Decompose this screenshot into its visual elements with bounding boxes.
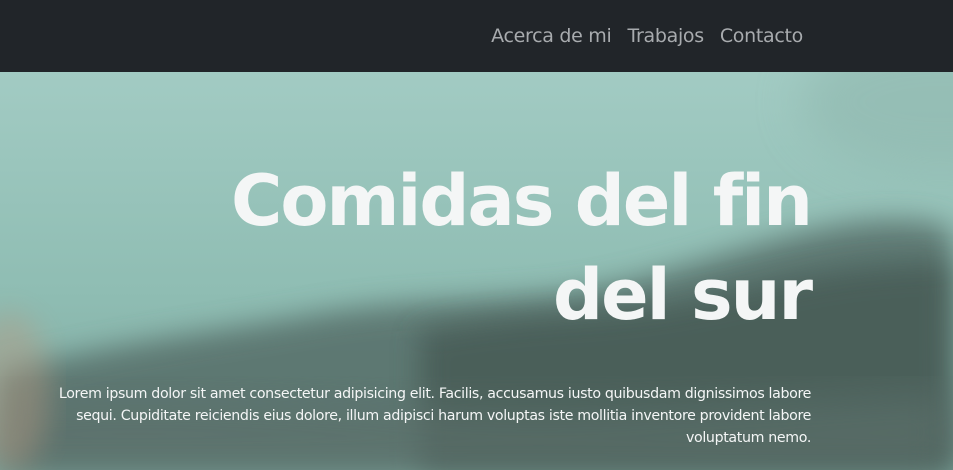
- nav-link-about[interactable]: Acerca de mi: [491, 25, 612, 47]
- hero-title: Comidas del fin del sur: [230, 160, 813, 336]
- nav-item-contact: Contacto: [720, 25, 803, 47]
- nav-link-works[interactable]: Trabajos: [627, 25, 704, 47]
- hero-section: Comidas del fin del sur Lorem ipsum dolo…: [0, 72, 953, 470]
- nav-menu: Acerca de mi Trabajos Contacto: [491, 0, 803, 72]
- nav-item-works: Trabajos: [627, 25, 704, 47]
- navbar: Acerca de mi Trabajos Contacto: [0, 0, 953, 72]
- nav-item-about: Acerca de mi: [491, 25, 612, 47]
- nav-link-contact[interactable]: Contacto: [720, 25, 803, 47]
- hero-description: Lorem ipsum dolor sit amet consectetur a…: [58, 386, 811, 446]
